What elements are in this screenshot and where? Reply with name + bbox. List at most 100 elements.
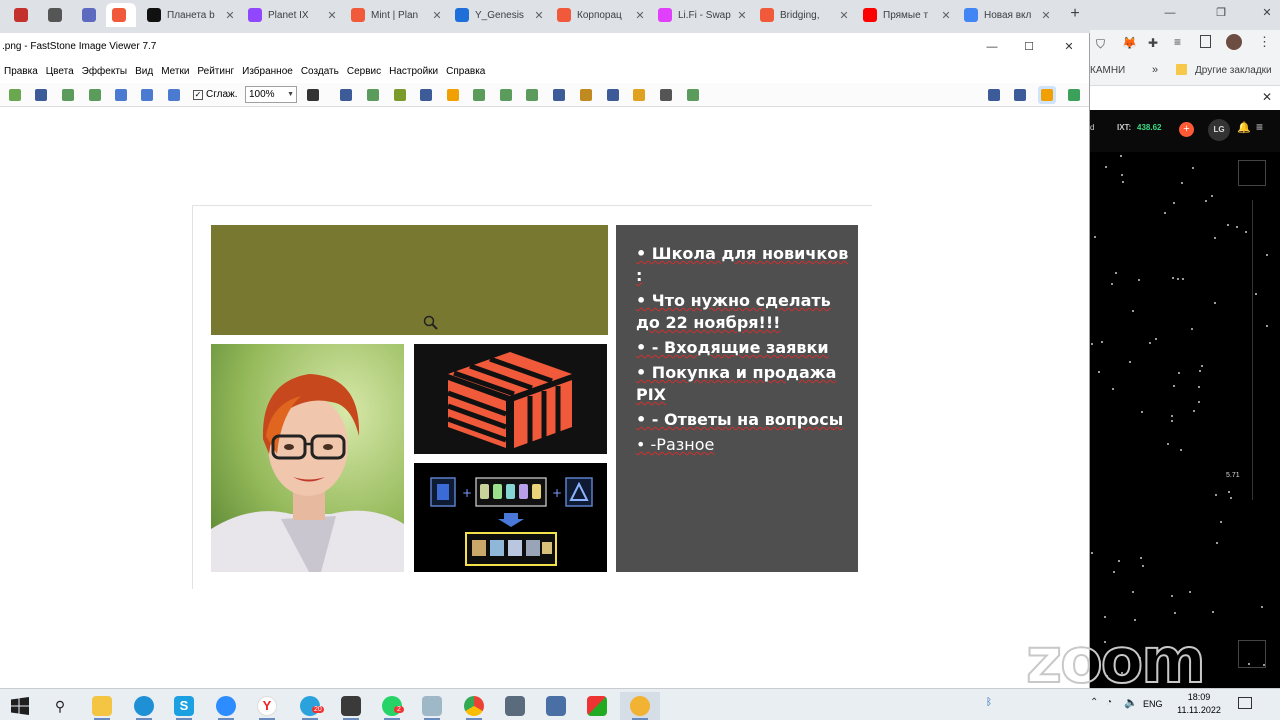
fullscreen-icon[interactable]: [1038, 86, 1056, 104]
browser-tab[interactable]: Bridging, ✕: [754, 3, 850, 27]
taskbar-whatsapp[interactable]: 2: [372, 692, 412, 720]
other-bookmarks[interactable]: Другие закладки: [1195, 65, 1272, 76]
taskbar-edge[interactable]: [124, 692, 164, 720]
start-button[interactable]: [0, 692, 40, 720]
save-as-icon[interactable]: [59, 86, 77, 104]
menu-item[interactable]: Настройки: [385, 66, 442, 77]
browser-tab[interactable]: [106, 3, 136, 27]
close-window-icon[interactable]: ✕: [1255, 4, 1279, 22]
metamask-icon[interactable]: 🦊: [1122, 36, 1137, 50]
notifications-icon[interactable]: [1238, 697, 1252, 709]
browser-tab[interactable]: Планета b ✕: [141, 3, 236, 27]
close-tab-icon[interactable]: ✕: [634, 9, 646, 22]
hamburger-icon[interactable]: ≡: [1256, 120, 1263, 134]
extensions-icon[interactable]: ✚: [1148, 36, 1158, 50]
close-icon[interactable]: ✕: [1262, 90, 1272, 104]
wallpaper-icon[interactable]: [630, 86, 648, 104]
add-icon[interactable]: +: [1179, 122, 1194, 137]
browser-view-icon[interactable]: [1011, 86, 1029, 104]
bookmark-item[interactable]: КАМНИ: [1090, 65, 1125, 76]
browser-tab[interactable]: Прямые т ✕: [857, 3, 952, 27]
light-icon[interactable]: [444, 86, 462, 104]
close-icon[interactable]: ✕: [1061, 39, 1077, 55]
browser-tab[interactable]: [42, 3, 70, 27]
fit-screen-icon[interactable]: [1065, 86, 1083, 104]
zoom-out-icon[interactable]: [138, 86, 156, 104]
taskbar-skype[interactable]: S: [164, 692, 204, 720]
slideshow-icon[interactable]: [577, 86, 595, 104]
chevron-down-icon[interactable]: ▼: [287, 87, 294, 102]
browser-tab[interactable]: Y_Genesis ✕: [449, 3, 545, 27]
volume-icon[interactable]: 🔈: [1124, 696, 1138, 709]
browser-tab[interactable]: Li.Fi - Swap ✕: [652, 3, 748, 27]
taskbar-chrome[interactable]: [454, 692, 494, 720]
new-tab-button[interactable]: +: [1066, 4, 1084, 24]
checkbox-box[interactable]: ✓: [193, 89, 203, 100]
thumbnails-icon[interactable]: [985, 86, 1003, 104]
browser-tab[interactable]: Mint | Plan ✕: [345, 3, 443, 27]
menu-item[interactable]: Справка: [442, 66, 489, 77]
open-icon[interactable]: [6, 86, 24, 104]
rotate-right-icon[interactable]: [523, 86, 541, 104]
bookmarks-more[interactable]: »: [1152, 64, 1158, 76]
zoom-select[interactable]: 100% ▼: [245, 86, 297, 103]
wifi-icon[interactable]: ◔: [1106, 697, 1112, 708]
browser-tab[interactable]: Новая вкл ✕: [958, 3, 1052, 27]
browser-menu-icon[interactable]: ⋮: [1258, 34, 1271, 50]
text-icon[interactable]: [417, 86, 435, 104]
browser-tab[interactable]: Planet IX ✕: [242, 3, 338, 27]
minimize-icon[interactable]: —: [1158, 4, 1182, 22]
search-icon[interactable]: [1238, 160, 1266, 186]
minimize-icon[interactable]: —: [984, 39, 1000, 55]
close-tab-icon[interactable]: ✕: [940, 9, 952, 22]
taskbar-app3[interactable]: [536, 692, 576, 720]
close-tab-icon[interactable]: ✕: [533, 9, 545, 22]
taskbar-app[interactable]: [331, 692, 371, 720]
system-clock[interactable]: 18:09 11.11.2022: [1176, 691, 1222, 717]
actual-size-icon[interactable]: [165, 86, 183, 104]
menu-item[interactable]: Цвета: [42, 66, 78, 77]
search-button[interactable]: ⚲: [40, 692, 80, 720]
language-indicator[interactable]: ENG: [1143, 699, 1163, 709]
close-tab-icon[interactable]: ✕: [838, 9, 850, 22]
reading-list-icon[interactable]: ≡: [1174, 35, 1181, 49]
zoom-in-icon[interactable]: [112, 86, 130, 104]
draw-icon[interactable]: [604, 86, 622, 104]
taskbar-yandex[interactable]: Y: [247, 692, 287, 720]
menu-item[interactable]: Правка: [0, 66, 42, 77]
compare-icon[interactable]: [550, 86, 568, 104]
save-icon[interactable]: [32, 86, 50, 104]
browser-tab[interactable]: Корпорац ✕: [551, 3, 646, 27]
menu-item[interactable]: Рейтинг: [193, 66, 238, 77]
browser-tab[interactable]: [8, 3, 36, 27]
smooth-checkbox[interactable]: ✓ Сглаж.: [193, 89, 238, 100]
menu-item[interactable]: Метки: [157, 66, 193, 77]
taskbar-calculator[interactable]: [495, 692, 535, 720]
settings-icon[interactable]: [684, 86, 702, 104]
menu-item[interactable]: Избранное: [238, 66, 297, 77]
shield-icon[interactable]: ⛉: [1096, 37, 1105, 52]
close-tab-icon[interactable]: ✕: [736, 9, 748, 22]
close-tab-icon[interactable]: ✕: [326, 9, 338, 22]
taskbar-app2[interactable]: [412, 692, 452, 720]
maximize-icon[interactable]: ☐: [1021, 39, 1037, 55]
taskbar-zoom[interactable]: [206, 692, 246, 720]
bell-icon[interactable]: 🔔: [1237, 121, 1251, 134]
menu-item[interactable]: Эффекты: [78, 66, 131, 77]
menu-item[interactable]: Вид: [131, 66, 157, 77]
browser-tab[interactable]: [76, 3, 104, 27]
rotate-left-icon[interactable]: [497, 86, 515, 104]
bluetooth-icon[interactable]: ᛒ: [986, 697, 992, 708]
taskbar-faststone[interactable]: [620, 692, 660, 720]
taskbar-telegram[interactable]: 20: [290, 692, 330, 720]
taskbar-explorer[interactable]: [82, 692, 122, 720]
user-icon[interactable]: [470, 86, 488, 104]
crop-icon[interactable]: [364, 86, 382, 104]
resize-icon[interactable]: [391, 86, 409, 104]
print-icon[interactable]: [657, 86, 675, 104]
profile-avatar[interactable]: [1226, 34, 1242, 50]
close-tab-icon[interactable]: ✕: [224, 9, 236, 22]
image-canvas[interactable]: + + • Школа для новичков: • Что нужно с…: [0, 108, 1089, 688]
menu-item[interactable]: Сервис: [343, 66, 385, 77]
chevron-up-icon[interactable]: ⌃: [1090, 697, 1098, 708]
